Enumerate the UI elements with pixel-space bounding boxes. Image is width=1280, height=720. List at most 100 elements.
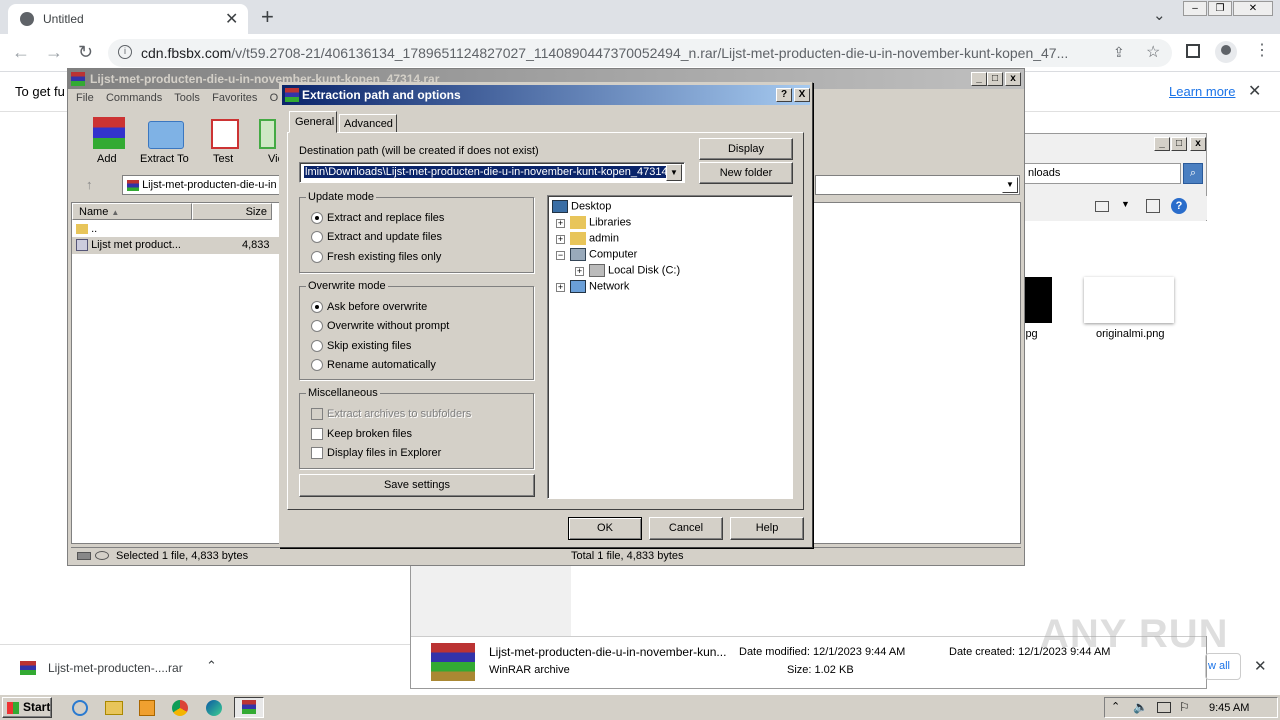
radio-overwrite-without-prompt[interactable] (311, 320, 323, 332)
download-chevron-icon[interactable]: ⌃ (206, 658, 217, 674)
destination-path-combobox[interactable]: lmin\Downloads\Lijst-met-producten-die-u… (299, 162, 685, 183)
add-icon[interactable] (93, 117, 125, 149)
dialog-close-button[interactable]: X (794, 88, 810, 102)
help-icon[interactable]: ? (1171, 198, 1187, 214)
option-skip-existing[interactable]: Skip existing files (327, 340, 411, 352)
edge-icon[interactable] (206, 700, 222, 716)
cancel-button[interactable]: Cancel (649, 517, 723, 540)
tab-close-icon[interactable]: ✕ (225, 9, 238, 29)
winrar-close-button[interactable]: x (1005, 72, 1021, 86)
new-folder-button[interactable]: New folder (699, 162, 793, 184)
extract-to-label[interactable]: Extract To (140, 153, 189, 165)
expand-libraries-icon[interactable]: + (556, 219, 565, 228)
archive-path-field[interactable]: Lijst-met-producten-die-u-in (122, 175, 282, 195)
network-tray-icon[interactable] (1157, 702, 1171, 713)
view-icon[interactable] (1095, 201, 1109, 212)
expand-network-icon[interactable]: + (556, 283, 565, 292)
tree-local-disk[interactable]: Local Disk (C:) (589, 264, 680, 277)
radio-extract-update[interactable] (311, 231, 323, 243)
option-overwrite-without-prompt[interactable]: Overwrite without prompt (327, 320, 449, 332)
menu-file[interactable]: File (76, 92, 94, 104)
display-button[interactable]: Display (699, 138, 793, 160)
file-row-selected[interactable]: Lijst met product... 4,833 (72, 237, 280, 254)
restore-button[interactable]: ❐ (1208, 1, 1232, 16)
test-label[interactable]: Test (213, 153, 233, 165)
option-rename-auto[interactable]: Rename automatically (327, 359, 436, 371)
chrome-icon[interactable] (172, 700, 188, 716)
download-bar-close-icon[interactable]: ✕ (1254, 657, 1267, 675)
back-icon[interactable]: ← (12, 42, 30, 63)
menu-commands[interactable]: Commands (106, 92, 162, 104)
tree-desktop[interactable]: Desktop (552, 200, 611, 213)
save-settings-button[interactable]: Save settings (299, 474, 535, 497)
tab-advanced[interactable]: Advanced (339, 114, 397, 133)
tree-admin[interactable]: admin (570, 232, 619, 245)
option-extract-replace[interactable]: Extract and replace files (327, 212, 444, 224)
test-icon[interactable] (211, 119, 239, 149)
tree-network[interactable]: Network (570, 280, 629, 293)
expand-local-disk-icon[interactable]: + (575, 267, 584, 276)
ok-button[interactable]: OK (568, 517, 642, 540)
add-button-label[interactable]: Add (97, 153, 117, 165)
radio-skip-existing[interactable] (311, 340, 323, 352)
tab-general[interactable]: General (289, 111, 337, 133)
tab-search-chevron-icon[interactable]: ⌄ (1153, 6, 1166, 24)
side-panel-icon[interactable] (1186, 44, 1200, 58)
forward-icon[interactable]: → (45, 42, 63, 63)
ie-icon[interactable] (72, 700, 88, 716)
preview-pane-icon[interactable] (1146, 199, 1160, 213)
download-item-name[interactable]: Lijst-met-producten-....rar (48, 661, 183, 675)
profile-avatar[interactable] (1215, 41, 1237, 63)
up-folder-icon[interactable]: ↑ (86, 177, 93, 192)
minimize-button[interactable]: – (1183, 1, 1207, 16)
tree-libraries[interactable]: Libraries (570, 216, 631, 229)
tray-expand-icon[interactable]: ⌃ (1111, 700, 1120, 713)
winrar-minimize-button[interactable]: _ (971, 72, 987, 86)
show-all-button[interactable]: w all (1205, 653, 1241, 680)
png-thumbnail[interactable] (1084, 277, 1174, 323)
infobar-close-icon[interactable]: ✕ (1248, 81, 1261, 101)
winrar-maximize-button[interactable]: □ (987, 72, 1003, 86)
column-header-name[interactable]: Name ▲ (72, 203, 192, 220)
column-header-size[interactable]: Size (192, 203, 272, 220)
close-window-button[interactable]: ✕ (1233, 1, 1273, 16)
help-button[interactable]: Help (730, 517, 804, 540)
dialog-help-button[interactable]: ? (776, 88, 792, 102)
checkbox-display-explorer[interactable] (311, 447, 323, 459)
explorer-taskbar-icon[interactable] (105, 701, 123, 715)
bookmark-star-icon[interactable]: ☆ (1146, 42, 1160, 62)
menu-dots-icon[interactable]: ⋮ (1254, 40, 1270, 60)
browser-tab[interactable]: Untitled ✕ (8, 4, 248, 34)
search-icon[interactable]: ⌕ (1183, 163, 1203, 184)
start-button[interactable]: Start (2, 697, 52, 718)
media-player-icon[interactable] (139, 700, 155, 716)
view-dropdown-icon[interactable]: ▼ (1121, 199, 1130, 209)
flag-icon[interactable]: ⚐ (1179, 700, 1190, 714)
menu-favorites[interactable]: Favorites (212, 92, 257, 104)
checkbox-keep-broken[interactable] (311, 428, 323, 440)
explorer-maximize-button[interactable]: □ (1171, 137, 1187, 151)
option-ask-overwrite[interactable]: Ask before overwrite (327, 301, 427, 313)
radio-extract-replace[interactable] (311, 212, 323, 224)
extract-to-icon[interactable] (148, 121, 184, 149)
learn-more-link[interactable]: Learn more (1169, 84, 1235, 99)
option-display-explorer[interactable]: Display files in Explorer (327, 447, 441, 459)
folder-tree[interactable]: Desktop + Libraries + admin − Computer +… (547, 195, 793, 499)
explorer-minimize-button[interactable]: _ (1154, 137, 1170, 151)
destination-dropdown-icon[interactable]: ▼ (666, 164, 682, 181)
clock[interactable]: 9:45 AM (1209, 702, 1249, 714)
expand-admin-icon[interactable]: + (556, 235, 565, 244)
collapse-computer-icon[interactable]: − (556, 251, 565, 260)
path-dropdown[interactable]: ▼ (815, 175, 1020, 195)
file-row[interactable]: .. (72, 221, 272, 237)
address-bar[interactable]: i cdn.fbsbx.com/v/t59.2708-21/406136134_… (108, 39, 1172, 67)
winrar-taskbar-button[interactable] (234, 697, 264, 718)
reload-icon[interactable]: ↻ (78, 42, 93, 63)
site-info-icon[interactable]: i (118, 45, 132, 59)
radio-fresh-existing[interactable] (311, 251, 323, 263)
radio-ask-overwrite[interactable] (311, 301, 323, 313)
option-fresh-existing[interactable]: Fresh existing files only (327, 251, 441, 263)
menu-tools[interactable]: Tools (174, 92, 200, 104)
new-tab-button[interactable]: + (261, 4, 274, 30)
option-extract-update[interactable]: Extract and update files (327, 231, 442, 243)
